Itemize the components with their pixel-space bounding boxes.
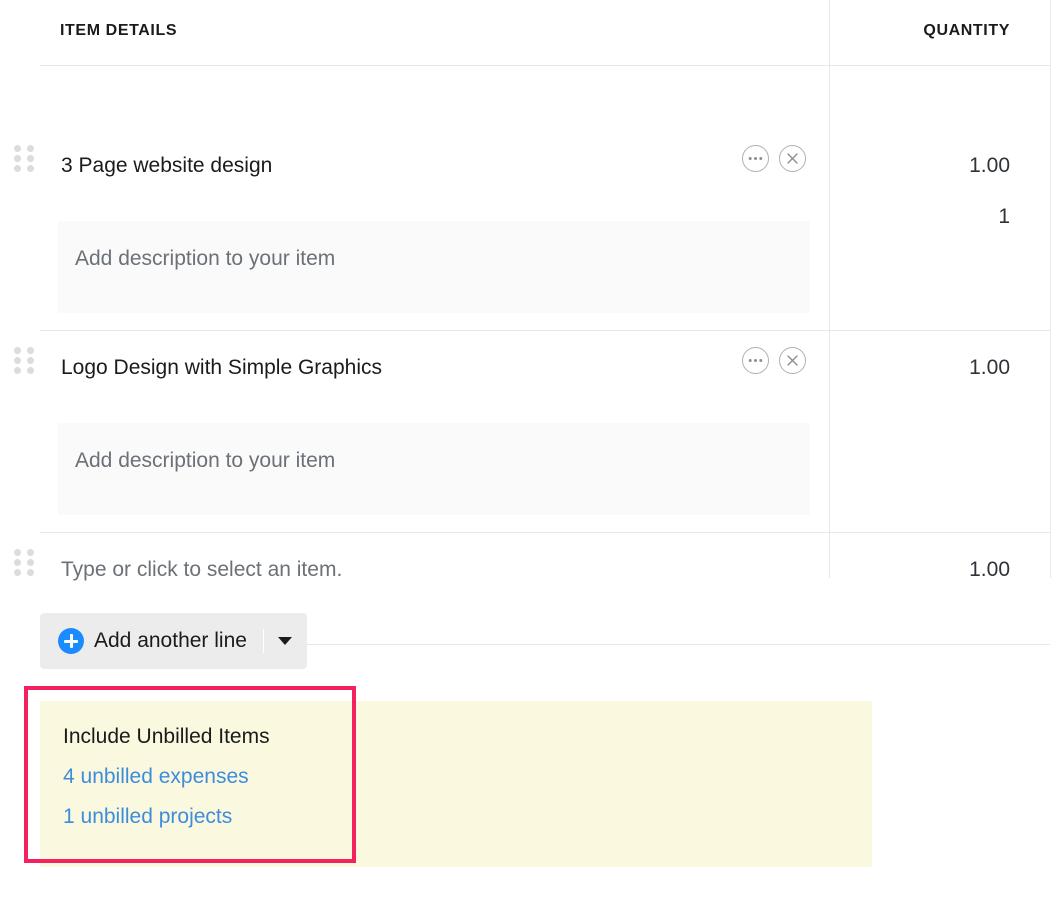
item-quantity[interactable]: 1.00 (969, 154, 1010, 178)
unbilled-expenses-link[interactable]: 4 unbilled expenses (63, 757, 270, 797)
item-description-placeholder: Add description to your item (75, 449, 335, 473)
chevron-down-icon (278, 637, 292, 645)
add-another-line-label: Add another line (94, 629, 247, 653)
table-right-edge (1050, 0, 1051, 578)
row-actions (742, 347, 806, 374)
unbilled-projects-link[interactable]: 1 unbilled projects (63, 797, 270, 837)
item-select-input[interactable]: Type or click to select an item. (61, 558, 342, 582)
item-quantity-secondary: 1 (998, 205, 1010, 229)
item-name[interactable]: Logo Design with Simple Graphics (61, 356, 382, 380)
item-description-placeholder: Add description to your item (75, 247, 335, 271)
item-quantity[interactable]: 1.00 (969, 558, 1010, 582)
item-quantity[interactable]: 1.00 (969, 356, 1010, 380)
column-header-quantity: QUANTITY (923, 22, 1010, 40)
ellipsis-icon[interactable] (742, 347, 769, 374)
row-actions (742, 145, 806, 172)
line-items-table: ITEM DETAILS QUANTITY 3 Page website des… (0, 0, 1054, 66)
include-unbilled-items-panel: Include Unbilled Items 4 unbilled expens… (40, 701, 872, 867)
unbilled-panel-title: Include Unbilled Items (63, 717, 270, 757)
item-description-input[interactable]: Add description to your item (58, 221, 810, 313)
item-description-input[interactable]: Add description to your item (58, 423, 810, 515)
drag-handle-icon[interactable] (14, 145, 34, 172)
unbilled-content: Include Unbilled Items 4 unbilled expens… (63, 717, 270, 837)
table-header-row: ITEM DETAILS QUANTITY (0, 0, 1054, 66)
plus-circle-icon (58, 628, 84, 654)
ellipsis-icon[interactable] (742, 145, 769, 172)
quantity-column-divider (829, 0, 830, 578)
header-divider (40, 65, 1050, 66)
row-divider (40, 532, 1050, 533)
drag-handle-icon[interactable] (14, 347, 34, 374)
add-another-line-button[interactable]: Add another line (40, 613, 307, 669)
invoice-line-items-screen: ITEM DETAILS QUANTITY 3 Page website des… (0, 0, 1054, 914)
close-icon[interactable] (779, 347, 806, 374)
row-divider (40, 330, 1050, 331)
add-another-line-main[interactable]: Add another line (40, 613, 263, 669)
item-name[interactable]: 3 Page website design (61, 154, 272, 178)
drag-handle-icon[interactable] (14, 549, 34, 576)
column-header-item-details: ITEM DETAILS (60, 22, 177, 40)
close-icon[interactable] (779, 145, 806, 172)
add-another-line-dropdown[interactable] (264, 613, 307, 669)
